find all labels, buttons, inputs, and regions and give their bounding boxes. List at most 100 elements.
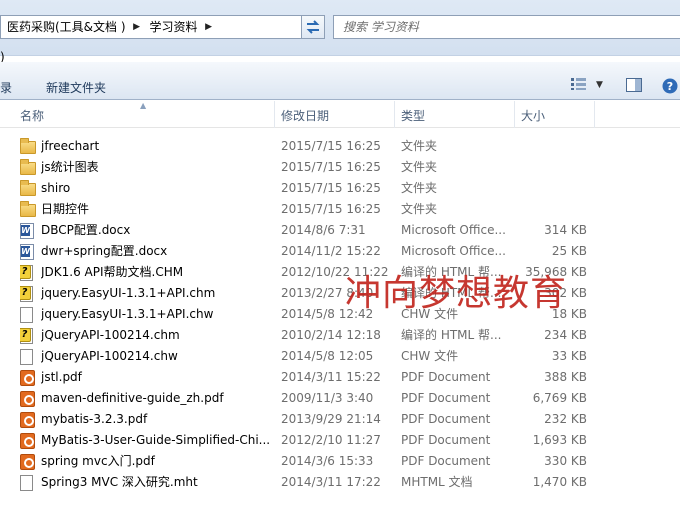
file-size: 234 KB: [544, 328, 587, 342]
file-name[interactable]: jQueryAPI-100214.chm: [41, 325, 271, 346]
breadcrumb-parent[interactable]: 医药采购(工具&文档 ): [1, 16, 130, 38]
pdf-icon: [20, 391, 35, 407]
column-divider[interactable]: [594, 101, 595, 128]
file-row[interactable]: JDK1.6 API帮助文档.CHM2012/10/22 11:22编译的 HT…: [0, 262, 680, 283]
breadcrumb-current[interactable]: 学习资料: [144, 16, 202, 38]
file-name[interactable]: jquery.EasyUI-1.3.1+API.chm: [41, 283, 271, 304]
file-type: 文件夹: [401, 139, 438, 153]
view-dropdown-icon[interactable]: ▼: [596, 80, 603, 90]
file-name[interactable]: 日期控件: [41, 199, 271, 220]
file-name[interactable]: maven-definitive-guide_zh.pdf: [41, 388, 271, 409]
file-type: PDF Document: [401, 412, 491, 426]
file-name[interactable]: spring mvc入门.pdf: [41, 451, 271, 472]
file-date: 2015/7/15 16:25: [281, 202, 381, 216]
file-row[interactable]: Spring3 MVC 深入研究.mht 2014/3/11 17:22 MHTML…: [0, 472, 680, 493]
column-header-date[interactable]: 修改日期: [275, 101, 329, 128]
new-folder-button[interactable]: 新建文件夹: [46, 79, 106, 96]
toolbar-include-in-library-button[interactable]: 录: [0, 79, 12, 96]
file-type: MHTML 文档: [401, 475, 473, 489]
file-size: 1,693 KB: [532, 433, 587, 447]
folder-icon: [20, 180, 36, 196]
folder-icon: [20, 201, 36, 217]
preview-pane-icon[interactable]: [626, 78, 642, 95]
file-name[interactable]: shiro: [41, 178, 271, 199]
file-row[interactable]: spring mvc入门.pdf 2014/3/6 15:33 PDF Docume…: [0, 451, 680, 472]
column-header-name[interactable]: 名称: [14, 101, 44, 128]
file-size: [500, 178, 587, 199]
file-row[interactable]: shiro 2015/7/15 16:25 文件夹: [0, 178, 680, 199]
word-doc-icon: [20, 223, 34, 239]
file-size: 33 KB: [551, 349, 587, 363]
file-date: 2014/5/8 12:05: [281, 349, 374, 363]
file-name[interactable]: jstl.pdf: [41, 367, 271, 388]
file-row[interactable]: js统计图表 2015/7/15 16:25 文件夹: [0, 157, 680, 178]
pdf-icon: [20, 433, 35, 449]
file-row[interactable]: jstl.pdf 2014/3/11 15:22 PDF Document 388 K…: [0, 367, 680, 388]
file-row[interactable]: maven-definitive-guide_zh.pdf 2009/11/3 3…: [0, 388, 680, 409]
refresh-button[interactable]: [301, 15, 325, 39]
file-name[interactable]: js统计图表: [41, 157, 271, 178]
column-header-row: ▲ 名称 修改日期 类型 大小: [0, 101, 680, 128]
file-name[interactable]: JDK1.6 API帮助文档.CHM: [41, 262, 271, 283]
sort-ascending-icon: ▲: [140, 101, 147, 110]
file-name[interactable]: mybatis-3.2.3.pdf: [41, 409, 271, 430]
file-date: 2015/7/15 16:25: [281, 160, 381, 174]
chm-help-icon: [20, 328, 33, 344]
file-type: CHW 文件: [401, 349, 459, 363]
address-bar-row: 医药采购(工具&文档 ) ▶ 学习资料 ▶ ▼ 搜索 学习资料 ): [0, 0, 680, 64]
address-bar[interactable]: 医药采购(工具&文档 ) ▶ 学习资料 ▶ ▼: [0, 15, 323, 39]
file-name[interactable]: dwr+spring配置.docx: [41, 241, 271, 262]
command-toolbar: 录 新建文件夹 ▼ ?: [0, 62, 680, 100]
breadcrumb-separator-icon[interactable]: ▶: [202, 22, 216, 32]
column-header-type[interactable]: 类型: [395, 101, 425, 128]
file-row[interactable]: jfreechart 2015/7/15 16:25 文件夹: [0, 136, 680, 157]
file-name[interactable]: jquery.EasyUI-1.3.1+API.chw: [41, 304, 271, 325]
file-type: PDF Document: [401, 454, 491, 468]
file-date: 2014/11/2 15:22: [281, 244, 381, 258]
breadcrumb-separator-icon[interactable]: ▶: [130, 22, 144, 32]
file-type: 文件夹: [401, 181, 438, 195]
file-type: 文件夹: [401, 202, 438, 216]
watermark-text: 冲向梦想教育: [345, 273, 568, 314]
file-row[interactable]: jquery.EasyUI-1.3.1+API.chw 2014/5/8 12:4…: [0, 304, 680, 325]
file-date: 2013/9/29 21:14: [281, 412, 381, 426]
file-name[interactable]: MyBatis-3-User-Guide-Simplified-Chi...: [41, 430, 271, 451]
file-type: Microsoft Office...: [401, 223, 506, 237]
blank-file-icon: [20, 307, 33, 323]
file-row[interactable]: jQueryAPI-100214.chm 2010/2/14 12:18 编译的 H…: [0, 325, 680, 346]
file-size: 1,470 KB: [532, 475, 587, 489]
mht-file-icon: [20, 475, 33, 491]
chm-help-icon: [20, 265, 33, 281]
file-type: PDF Document: [401, 370, 491, 384]
file-row[interactable]: jQueryAPI-100214.chw 2014/5/8 12:05 CHW 文件…: [0, 346, 680, 367]
folder-icon: [20, 138, 36, 154]
file-size: [500, 199, 587, 220]
file-row[interactable]: 日期控件 2015/7/15 16:25 文件夹: [0, 199, 680, 220]
help-icon[interactable]: ?: [662, 78, 678, 97]
svg-text:?: ?: [667, 80, 673, 93]
file-size: 330 KB: [544, 454, 587, 468]
file-type: 文件夹: [401, 160, 438, 174]
view-options-icon[interactable]: [571, 78, 587, 93]
refresh-icon: [306, 20, 320, 34]
file-type: Microsoft Office...: [401, 244, 506, 258]
file-row[interactable]: mybatis-3.2.3.pdf 2013/9/29 21:14 PDF Docu…: [0, 409, 680, 430]
file-size: 314 KB: [544, 223, 587, 237]
file-row[interactable]: MyBatis-3-User-Guide-Simplified-Chi... 20…: [0, 430, 680, 451]
file-name[interactable]: jfreechart: [41, 136, 271, 157]
file-row[interactable]: dwr+spring配置.docx 2014/11/2 15:22 Microsof…: [0, 241, 680, 262]
search-input[interactable]: 搜索 学习资料: [333, 15, 680, 39]
chm-help-icon: [20, 286, 33, 302]
pdf-icon: [20, 370, 35, 386]
file-date: 2014/8/6 7:31: [281, 223, 366, 237]
file-row[interactable]: DBCP配置.docx 2014/8/6 7:31 Microsoft Office…: [0, 220, 680, 241]
file-size: [500, 136, 587, 157]
file-name[interactable]: Spring3 MVC 深入研究.mht: [41, 472, 271, 493]
file-date: 2014/3/11 15:22: [281, 370, 381, 384]
file-row[interactable]: jquery.EasyUI-1.3.1+API.chm2013/2/27 8:4…: [0, 283, 680, 304]
file-list: jfreechart 2015/7/15 16:25 文件夹 js统计图表 2015/7…: [0, 136, 680, 493]
file-name[interactable]: jQueryAPI-100214.chw: [41, 346, 271, 367]
column-header-size[interactable]: 大小: [515, 101, 545, 128]
file-size: 388 KB: [544, 370, 587, 384]
file-name[interactable]: DBCP配置.docx: [41, 220, 271, 241]
